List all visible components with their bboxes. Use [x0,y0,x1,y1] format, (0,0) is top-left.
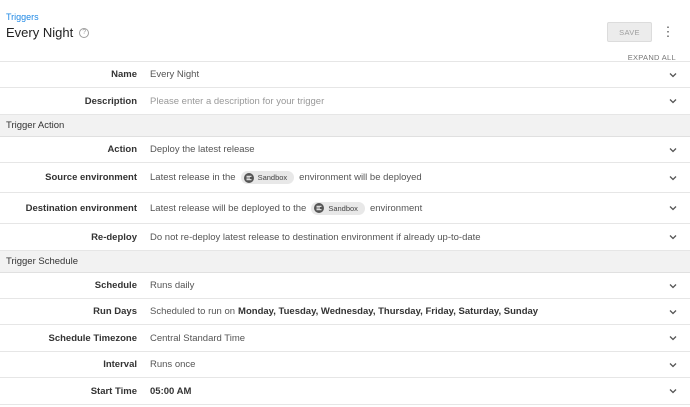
interval-value: Runs once [150,359,196,370]
interval-label: Interval [103,359,137,370]
row-source-environment[interactable]: Source environment Latest release in the… [0,163,690,193]
row-action[interactable]: Action Deploy the latest release [0,137,690,163]
section-trigger-schedule: Trigger Schedule [0,251,690,273]
environment-chip-label: Sandbox [257,173,288,182]
source-suffix: environment will be deployed [299,172,422,183]
chevron-down-icon[interactable] [668,386,678,396]
page-title: Every Night [6,25,74,40]
help-icon[interactable]: ? [79,27,90,38]
redeploy-value: Do not re-deploy latest release to desti… [150,231,481,243]
run-days-list: Monday, Tuesday, Wednesday, Thursday, Fr… [238,306,539,317]
chevron-down-icon[interactable] [668,145,678,155]
start-time-text: 05:00 AM [150,385,192,397]
chevron-down-icon[interactable] [668,360,678,370]
chevron-down-icon[interactable] [668,203,678,213]
chevron-down-icon[interactable] [668,70,678,80]
start-time-label: Start Time [90,385,137,397]
schedule-timezone-label: Schedule Timezone [48,332,137,344]
chevron-down-icon[interactable] [668,281,678,291]
environment-icon [243,172,254,183]
row-run-days[interactable]: Run Days Scheduled to run on Monday, Tue… [0,299,690,325]
source-environment-value: Latest release in the Sandbox environmen… [150,171,422,184]
more-options-icon[interactable]: ⋮ [660,24,676,40]
source-prefix: Latest release in the [150,172,236,183]
destination-environment-value: Latest release will be deployed to the S… [150,201,423,215]
schedule-value: Runs daily [150,280,195,291]
name-label: Name [111,69,137,80]
action-label: Action [107,144,137,155]
save-button[interactable]: SAVE [607,22,652,42]
chevron-down-icon[interactable] [668,232,678,242]
start-time-value: 05:00 AM [150,386,191,397]
breadcrumb-triggers[interactable]: Triggers [6,12,39,22]
section-trigger-action: Trigger Action [0,115,690,137]
row-schedule[interactable]: Schedule Runs daily [0,273,690,299]
run-days-prefix: Scheduled to run on [150,306,236,317]
schedule-timezone-value: Central Standard Time [150,332,246,344]
schedule-label: Schedule [94,280,137,291]
run-days-label: Run Days [93,306,137,317]
chevron-down-icon[interactable] [668,96,678,106]
expand-all-button[interactable]: EXPAND ALL [628,53,676,62]
title-row: Every Night ? [6,25,90,40]
description-label: Description [84,95,137,107]
row-description[interactable]: Description Please enter a description f… [0,88,690,115]
chevron-down-icon[interactable] [668,173,678,183]
row-start-time[interactable]: Start Time 05:00 AM [0,378,690,405]
destination-environment-label: Destination environment [25,202,137,214]
destination-prefix: Latest release will be deployed to the [150,202,307,214]
name-value: Every Night [150,69,200,80]
run-days-value: Scheduled to run on Monday, Tuesday, Wed… [150,306,538,317]
environment-chip: Sandbox [240,171,295,184]
description-placeholder: Please enter a description for your trig… [150,95,325,107]
chevron-down-icon[interactable] [668,333,678,343]
row-schedule-timezone[interactable]: Schedule Timezone Central Standard Time [0,325,690,352]
row-interval[interactable]: Interval Runs once [0,352,690,378]
redeploy-label: Re-deploy [91,231,137,243]
page-header: Triggers Every Night ? SAVE ⋮ EXPAND ALL [0,0,690,62]
environment-chip: Sandbox [311,201,365,215]
environment-chip-label: Sandbox [328,203,358,213]
destination-suffix: environment [369,202,423,214]
chevron-down-icon[interactable] [668,307,678,317]
row-name[interactable]: Name Every Night [0,62,690,88]
row-redeploy[interactable]: Re-deploy Do not re-deploy latest releas… [0,224,690,251]
action-value: Deploy the latest release [150,144,255,155]
environment-icon [314,203,325,213]
trigger-form: Name Every Night Description Please ente… [0,62,690,405]
row-destination-environment[interactable]: Destination environment Latest release w… [0,193,690,224]
source-environment-label: Source environment [45,172,137,183]
